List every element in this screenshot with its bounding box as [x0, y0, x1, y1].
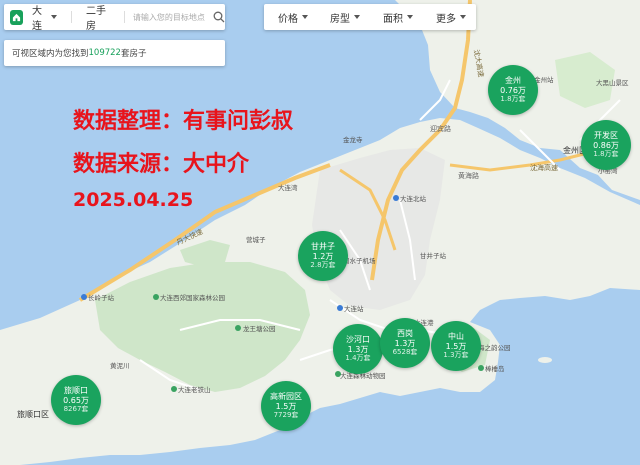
area-count: 7729套: [273, 411, 299, 420]
label-huangnichuan: 黄泥川: [110, 361, 130, 370]
area-price: 1.3万: [394, 338, 416, 348]
area-price: 1.5万: [275, 401, 297, 411]
train-station-icon: [393, 195, 399, 201]
chevron-down-icon: [460, 15, 466, 19]
filter-label: 面积: [383, 13, 403, 25]
label-dalian-station: 大连站: [344, 304, 364, 313]
area-price: 1.5万: [445, 341, 467, 351]
filter-label: 价格: [278, 13, 298, 25]
area-count: 1.8万套: [593, 150, 619, 159]
area-count: 8267套: [63, 405, 89, 414]
divider: [124, 11, 125, 23]
filter-more[interactable]: 更多: [436, 10, 466, 25]
island-2: [464, 237, 476, 243]
chevron-down-icon: [51, 15, 58, 19]
search-bar: 大连 二手房: [4, 2, 225, 32]
park-icon: [153, 294, 159, 300]
chevron-down-icon: [407, 15, 413, 19]
area-price: 0.65万: [63, 395, 89, 405]
city-label: 大连: [32, 6, 42, 32]
area-bubble-xigang[interactable]: 西岗 1.3万 6528套: [380, 318, 430, 368]
overlay-line-3: 2025.04.25: [73, 189, 194, 211]
overlay-line-1: 数据整理：有事问彭叔: [73, 109, 294, 134]
filter-label: 更多: [436, 13, 456, 25]
area-name: 高新园区: [270, 392, 302, 402]
search-icon: [213, 11, 225, 23]
house-type-selector[interactable]: 二手房: [86, 2, 112, 32]
area-bubble-shahekou[interactable]: 沙河口 1.3万 1.4万套: [333, 324, 383, 374]
area-name: 开发区: [594, 131, 618, 141]
area-price: 0.76万: [500, 85, 526, 95]
chevron-down-icon: [354, 15, 360, 19]
overlay-line-2: 数据来源：大中介: [73, 152, 250, 177]
area-count: 6528套: [392, 348, 418, 357]
search-input[interactable]: [130, 11, 207, 23]
filter-price[interactable]: 价格: [278, 10, 308, 25]
result-count-number: 109722: [88, 48, 121, 58]
area-bubble-gaoxin[interactable]: 高新园区 1.5万 7729套: [261, 381, 311, 431]
area-name: 沙河口: [346, 335, 370, 345]
city-selector[interactable]: 大连: [32, 2, 58, 32]
zoo-icon: [335, 371, 341, 377]
area-bubble-jinzhou[interactable]: 金州 0.76万 1.8万套: [488, 65, 538, 115]
label-longwangtang: 龙王塘公园: [243, 324, 276, 333]
label-huanghai-road: 黄海路: [458, 171, 479, 180]
area-name: 西岗: [397, 329, 413, 339]
area-bubble-lvshunkou[interactable]: 旅顺口 0.65万 8267套: [51, 375, 101, 425]
result-count-bar: 可视区域内为您找到 109722 套房子: [4, 40, 225, 66]
filter-label: 房型: [330, 13, 350, 25]
island-1: [602, 220, 622, 230]
label-shenhai-expressway: 沈海高速: [530, 163, 558, 172]
label-dalian-bay: 大连湾: [278, 183, 298, 192]
label-jinlong: 金龙寺: [343, 135, 363, 144]
train-station-icon: [81, 294, 87, 300]
home-button[interactable]: [10, 9, 23, 25]
filter-room-type[interactable]: 房型: [330, 10, 360, 25]
chevron-down-icon: [302, 15, 308, 19]
label-lvshunkou-district: 旅顺口区: [17, 409, 49, 419]
search-button[interactable]: [213, 10, 225, 24]
park-icon: [478, 365, 484, 371]
label-haizhiyun: 海之韵公园: [478, 343, 511, 352]
home-icon: [12, 13, 21, 21]
label-daheishan: 大黑山景区: [596, 78, 629, 87]
label-laotieshan: 大连老铁山: [178, 385, 211, 394]
result-count-prefix: 可视区域内为您找到: [12, 49, 89, 59]
label-yingbin-road: 迎宾路: [430, 124, 451, 133]
area-price: 0.86万: [593, 140, 619, 150]
divider: [71, 11, 72, 23]
area-count: 1.8万套: [500, 95, 526, 104]
area-name: 金州: [505, 76, 521, 86]
label-ganjingzi-road: 甘井子站: [420, 251, 447, 260]
area-name: 甘井子: [311, 242, 335, 252]
area-bubble-kaifaqu[interactable]: 开发区 0.86万 1.8万套: [581, 120, 631, 170]
area-count: 1.3万套: [443, 351, 469, 360]
area-name: 中山: [448, 332, 464, 342]
area-count: 2.8万套: [310, 261, 336, 270]
train-station-icon: [337, 305, 343, 311]
area-bubble-ganjingzi[interactable]: 甘井子 1.2万 2.8万套: [298, 231, 348, 281]
label-hot-spring-park: 大连西郊国家森林公园: [160, 293, 225, 302]
label-dalian-north-station: 大连北站: [400, 194, 427, 203]
park-icon: [171, 386, 177, 392]
filter-bar: 价格 房型 面积 更多: [264, 4, 476, 30]
island-3: [538, 357, 552, 363]
label-changchengzi: 长岭子站: [88, 293, 115, 302]
area-price: 1.2万: [312, 251, 334, 261]
area-bubble-zhongshan[interactable]: 中山 1.5万 1.3万套: [431, 321, 481, 371]
area-name: 旅顺口: [64, 386, 88, 396]
filter-area[interactable]: 面积: [383, 10, 413, 25]
result-count-suffix: 套房子: [120, 49, 147, 59]
park-icon: [235, 325, 241, 331]
area-count: 1.4万套: [345, 354, 371, 363]
label-yingchengzi: 营城子: [246, 235, 266, 244]
label-bangchuidao: 棒棰岛: [485, 364, 505, 373]
area-price: 1.3万: [347, 344, 369, 354]
